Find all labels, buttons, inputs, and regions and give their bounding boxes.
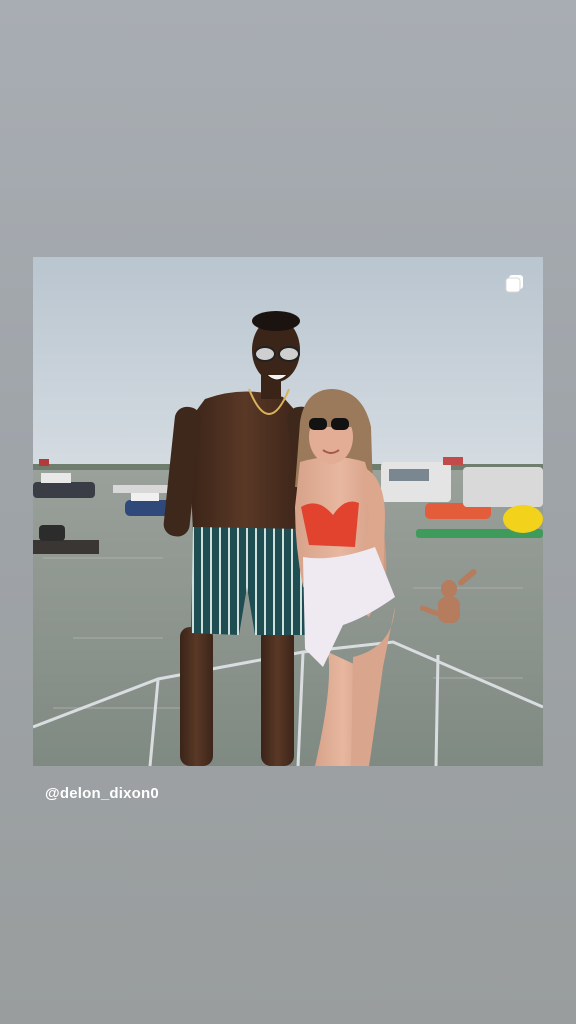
shared-post-card[interactable] bbox=[33, 257, 543, 766]
story-viewer: @delon_dixon0 bbox=[0, 0, 576, 1024]
post-author-handle[interactable]: @delon_dixon0 bbox=[45, 785, 159, 802]
carousel-icon bbox=[505, 275, 523, 293]
post-photo bbox=[33, 257, 543, 766]
